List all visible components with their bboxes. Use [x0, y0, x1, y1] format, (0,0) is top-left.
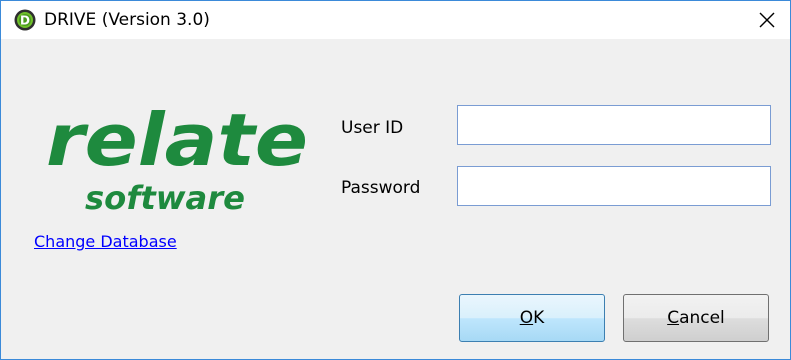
title-bar: D DRIVE (Version 3.0) — [1, 1, 790, 39]
relate-software-logo: relate software — [46, 99, 308, 217]
ok-label-rest: K — [533, 308, 545, 328]
cancel-label-rest: ancel — [679, 308, 725, 328]
user-id-label: User ID — [341, 118, 404, 138]
cancel-accelerator: C — [667, 308, 680, 328]
close-icon — [759, 12, 775, 28]
cancel-button[interactable]: Cancel — [623, 294, 769, 342]
logo-word-relate: relate — [46, 99, 308, 182]
svg-text:D: D — [20, 14, 30, 28]
logo-word-software: software — [85, 179, 245, 217]
password-input[interactable] — [457, 166, 771, 206]
password-label: Password — [341, 178, 421, 198]
login-dialog: D DRIVE (Version 3.0) relate software Ch… — [0, 0, 791, 360]
close-button[interactable] — [744, 1, 790, 39]
ok-button[interactable]: OK — [459, 294, 605, 342]
ok-accelerator: O — [519, 308, 534, 328]
window-title: DRIVE (Version 3.0) — [44, 10, 210, 30]
user-id-input[interactable] — [457, 105, 771, 145]
drive-d-icon: D — [14, 9, 36, 31]
change-database-link[interactable]: Change Database — [34, 232, 177, 251]
